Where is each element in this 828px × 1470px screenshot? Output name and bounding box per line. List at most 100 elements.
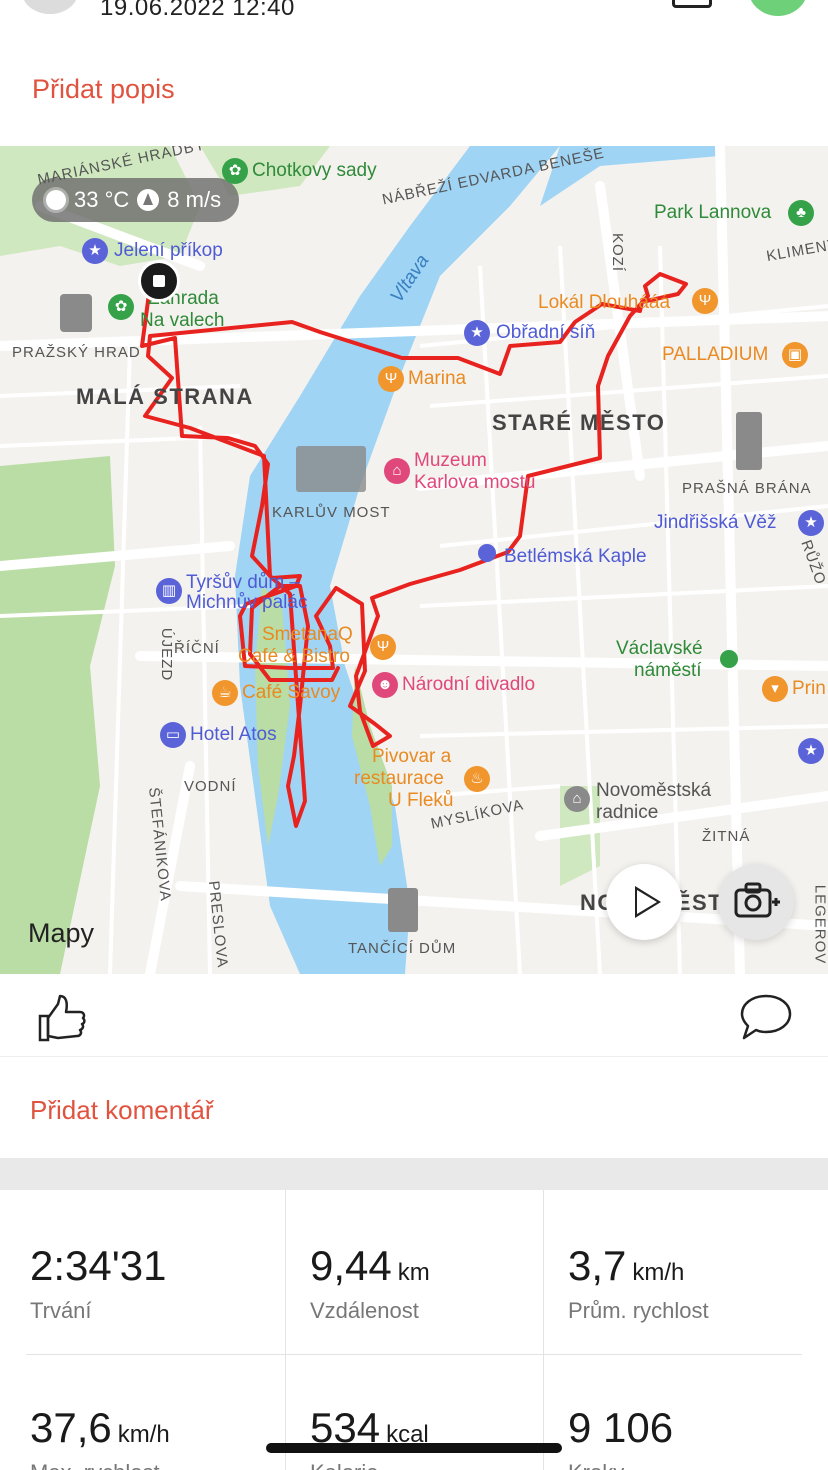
stat-label: Prům. rychlost	[568, 1298, 709, 1323]
stats-divider	[543, 1190, 544, 1470]
building-icon: ⌂	[564, 786, 590, 812]
stat-label: Kalorie	[310, 1460, 568, 1470]
map-label-jindrisska: Jindřišská Věž	[654, 512, 777, 533]
map-label-zitna: ŽITNÁ	[702, 828, 751, 845]
church-icon	[478, 544, 496, 562]
cafe-icon: ☕	[212, 680, 238, 706]
add-comment-link[interactable]: Přidat komentář	[30, 1095, 214, 1126]
star-icon: ★	[798, 510, 824, 536]
map-label-prazsky-hrad: PRAŽSKÝ HRAD	[12, 344, 141, 361]
stat-label: Max. rychlost	[30, 1460, 288, 1470]
stat-unit: km	[397, 1259, 430, 1286]
comment-section: Přidat komentář	[0, 1056, 828, 1158]
stats-divider	[285, 1190, 286, 1470]
restaurant-icon: Ψ	[692, 288, 718, 314]
map-label-narodni: Národní divadlo	[402, 674, 536, 695]
activity-stats: 2:34'31 Trvání 9,44 km Vzdálenost 3,7 km/h…	[0, 1190, 828, 1470]
stat-distance: 9,44 km Vzdálenost	[310, 1242, 568, 1324]
map-label-muzeum-1: Muzeum	[414, 450, 487, 471]
map-label-vodni: VODNÍ	[184, 778, 237, 795]
activity-date: 19.06.2022 12:40	[100, 0, 295, 21]
map-label-chotkovy: Chotkovy sady	[252, 160, 377, 181]
map-label-tyrsuv-2: Michnův palác	[186, 592, 308, 613]
star-icon: ★	[798, 738, 824, 764]
map-label-pivovar-2: restaurace	[354, 768, 444, 789]
map-label-stare-mesto: STARÉ MĚSTO	[492, 410, 666, 435]
stat-label: Vzdálenost	[310, 1298, 419, 1323]
add-description-link[interactable]: Přidat popis	[32, 74, 175, 105]
weather-badge: 33 °C 8 m/s	[32, 178, 240, 222]
route-map[interactable]: 33 °C 8 m/s MARIÁNSKÉ HRADBY ✿ Chotkovy …	[0, 146, 828, 974]
map-label-jeleni: Jelení příkop	[114, 240, 223, 261]
activity-type-icon[interactable]	[748, 0, 808, 16]
map-label-ricni: ŘÍČNÍ	[174, 640, 220, 657]
stat-max-speed: 37,6km/h Max. rychlost	[30, 1404, 288, 1470]
activity-actions	[0, 974, 828, 1056]
speech-bubble-icon[interactable]	[738, 992, 794, 1042]
park-icon: ♣	[788, 200, 814, 226]
map-label-hotel-atos: Hotel Atos	[190, 724, 277, 745]
map-label-smetana-2: Café & Bistro	[238, 646, 350, 667]
restaurant-icon: Ψ	[378, 366, 404, 392]
stat-label: Kroky	[568, 1460, 826, 1470]
map-label-vaclavske-1: Václavské	[616, 638, 703, 659]
map-label-mala-strana: MALÁ STRANA	[76, 384, 254, 409]
flower-icon: ✿	[222, 158, 248, 184]
home-indicator	[266, 1443, 562, 1453]
stat-value: 3,7	[568, 1242, 627, 1289]
square-icon	[720, 650, 738, 668]
map-label-palladium: PALLADIUM	[662, 344, 769, 365]
map-label-tyrsuv-1: Tyršův dům –	[186, 572, 301, 593]
stat-value: 9,44	[310, 1242, 392, 1289]
map-label-park-lannova: Park Lannova	[654, 202, 772, 223]
avatar[interactable]	[22, 0, 78, 14]
map-label-obradni: Obřadní síň	[496, 322, 596, 343]
map-label-kozi: KOZÍ	[609, 232, 627, 273]
maps-attribution: Mapy	[28, 918, 95, 948]
stat-unit: km/h	[632, 1259, 685, 1286]
section-divider	[0, 1158, 828, 1190]
stat-value: 37,6	[30, 1404, 112, 1451]
map-label-novomestska-1: Novoměstská	[596, 780, 712, 801]
map-label-zahrada-2: Na valech	[140, 310, 225, 331]
map-label-lokal: Lokál Dlouhááá	[538, 292, 671, 313]
park-area	[0, 456, 115, 974]
calendar-icon[interactable]	[672, 0, 712, 8]
star-icon: ★	[464, 320, 490, 346]
temperature-value: 33 °C	[74, 187, 130, 212]
bed-icon: ▭	[160, 722, 186, 748]
museum-icon: ⌂	[384, 458, 410, 484]
route-end-marker[interactable]	[138, 260, 180, 302]
map-label-novomestska-2: radnice	[596, 802, 659, 823]
shirt-icon: ▾	[762, 676, 788, 702]
restaurant-icon: Ψ	[370, 634, 396, 660]
map-label-karluv-most: KARLŮV MOST	[272, 504, 391, 521]
stat-calories: 534kcal Kalorie	[310, 1404, 568, 1470]
activity-header: 19.06.2022 12:40 Přidat popis	[0, 0, 828, 146]
stat-unit: km/h	[117, 1421, 170, 1448]
theatre-icon: ☻	[372, 672, 398, 698]
star-icon: ★	[82, 238, 108, 264]
sun-icon	[46, 190, 66, 210]
map-label-legerova: LEGEROV	[811, 884, 828, 965]
shopping-icon: ▣	[782, 342, 808, 368]
map-label-muzeum-2: Karlova mostu	[414, 472, 536, 493]
stat-label: Trvání	[30, 1298, 92, 1323]
stat-avg-speed: 3,7 km/h Prům. rychlost	[568, 1242, 826, 1324]
map-label-vaclavske-2: náměstí	[634, 660, 702, 681]
map-label-cafe-savoy: Café Savoy	[242, 682, 341, 703]
beer-icon: ♨	[464, 766, 490, 792]
stat-value: 2:34'31	[30, 1242, 167, 1289]
tower-icon	[736, 412, 762, 470]
castle-icon	[60, 294, 92, 332]
wind-value: 8 m/s	[167, 187, 222, 212]
wind-direction-icon	[137, 189, 160, 211]
map-label-ujezd: ÚJEZD	[158, 627, 176, 682]
flower-icon: ✿	[108, 294, 134, 320]
thumbs-up-icon[interactable]	[36, 992, 88, 1044]
building-icon: ▥	[156, 578, 182, 604]
bridge-icon	[296, 446, 366, 492]
add-photo-button[interactable]	[718, 864, 794, 940]
play-route-button[interactable]	[606, 864, 682, 940]
camera-plus-icon	[734, 882, 780, 918]
